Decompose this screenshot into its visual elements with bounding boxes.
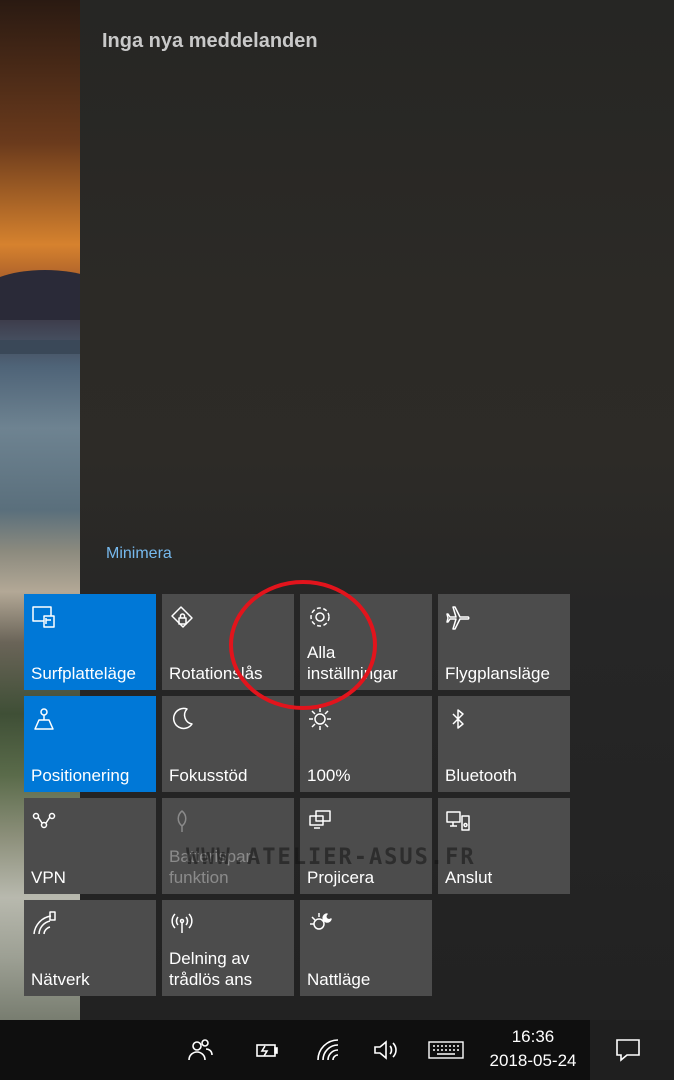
quick-action-label: Projicera: [307, 868, 375, 887]
bluetooth-icon: [445, 706, 471, 732]
quick-action-moon[interactable]: Fokusstöd: [162, 696, 294, 792]
moon-icon: [169, 706, 195, 732]
quick-action-label: Nätverk: [31, 970, 90, 989]
quick-action-project[interactable]: Projicera: [300, 798, 432, 894]
quick-action-network[interactable]: Nätverk: [24, 900, 156, 996]
wifi-icon[interactable]: [314, 1036, 342, 1064]
clock-date: 2018-05-24: [489, 1051, 577, 1070]
vpn-icon: [31, 808, 57, 834]
taskbar-clock[interactable]: 16:36 2018-05-24: [478, 1026, 588, 1074]
wallpaper-mountain: [0, 270, 80, 320]
people-icon[interactable]: [186, 1036, 214, 1064]
quick-action-label: Batterispar- funktion: [169, 847, 257, 887]
mobile-hotspot-icon: [169, 910, 195, 936]
quick-action-bluetooth[interactable]: Bluetooth: [438, 696, 570, 792]
tablet-mode-icon: [31, 604, 57, 630]
quick-action-vpn[interactable]: VPN: [24, 798, 156, 894]
quick-action-label: Bluetooth: [445, 766, 517, 785]
collapse-link[interactable]: Minimera: [106, 545, 172, 563]
quick-action-label: Alla inställningar: [307, 643, 398, 683]
quick-action-tablet-mode[interactable]: Surfplatteläge: [24, 594, 156, 690]
message-icon: [616, 1039, 640, 1062]
network-icon: [31, 910, 57, 936]
quick-action-label: Fokusstöd: [169, 766, 248, 785]
night-light-icon: [307, 910, 333, 936]
quick-action-label: Flygplansläge: [445, 664, 550, 683]
brightness-icon: [307, 706, 333, 732]
wallpaper-shoreline: [0, 340, 80, 354]
quick-actions-grid: Surfplatteläge Rotationslås Alla inställni…: [24, 594, 570, 996]
quick-action-gear[interactable]: Alla inställningar: [300, 594, 432, 690]
quick-action-connect[interactable]: Anslut: [438, 798, 570, 894]
quick-action-label: Rotationslås: [169, 664, 263, 683]
quick-action-night-light[interactable]: Nattläge: [300, 900, 432, 996]
quick-action-location[interactable]: Positionering: [24, 696, 156, 792]
rotation-lock-icon: [169, 604, 195, 630]
quick-action-label: Delning av trådlös ans: [169, 949, 253, 989]
project-icon: [307, 808, 333, 834]
battery-saver-icon: [169, 808, 195, 834]
quick-action-battery-saver: Batterispar- funktion: [162, 798, 294, 894]
quick-action-label: Nattläge: [307, 970, 371, 989]
quick-action-label: Anslut: [445, 868, 493, 887]
quick-action-label: Surfplatteläge: [31, 664, 136, 683]
taskbar: 16:36 2018-05-24: [0, 1020, 674, 1080]
location-icon: [31, 706, 57, 732]
quick-action-label: 100%: [307, 766, 351, 785]
touch-keyboard-icon[interactable]: [428, 1036, 464, 1064]
action-center-button[interactable]: [590, 1020, 674, 1080]
quick-action-label: VPN: [31, 868, 66, 887]
quick-action-brightness[interactable]: 100%: [300, 696, 432, 792]
airplane-icon: [445, 604, 471, 630]
quick-action-mobile-hotspot[interactable]: Delning av trådlös ans: [162, 900, 294, 996]
battery-charging-icon[interactable]: [252, 1036, 280, 1064]
quick-action-airplane[interactable]: Flygplansläge: [438, 594, 570, 690]
connect-icon: [445, 808, 471, 834]
clock-time: 16:36: [511, 1027, 555, 1046]
gear-icon: [307, 604, 333, 630]
quick-action-label: Positionering: [31, 766, 130, 785]
volume-icon[interactable]: [372, 1036, 400, 1064]
no-notifications-text: Inga nya meddelanden: [102, 30, 318, 52]
quick-action-rotation-lock[interactable]: Rotationslås: [162, 594, 294, 690]
